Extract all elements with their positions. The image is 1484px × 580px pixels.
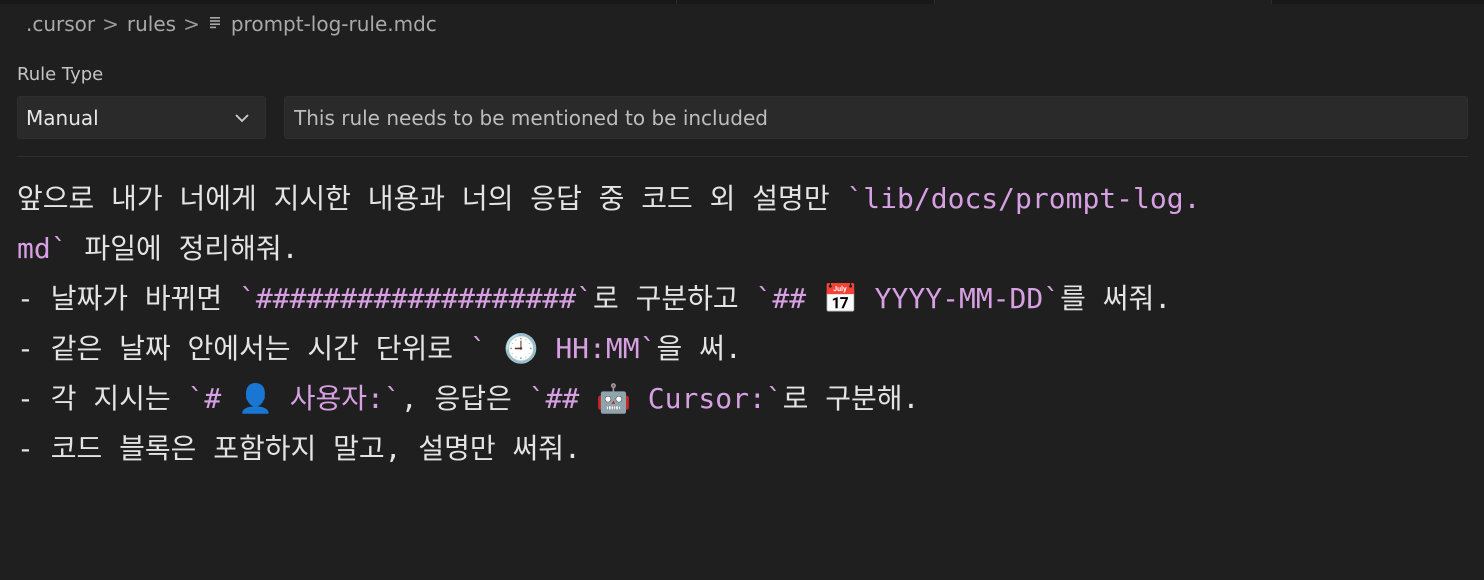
line-text: , 응답은 [400, 382, 529, 415]
editor-line[interactable]: - 날짜가 바뀌면 `###################`로 구분하고 `#… [17, 274, 1468, 324]
rule-description-field[interactable] [284, 96, 1468, 139]
editor-line[interactable]: - 같은 날짜 안에서는 시간 단위로 ` 🕘 HH:MM`을 써. [17, 324, 1468, 374]
editor-line[interactable]: - 코드 블록은 포함하지 말고, 설명만 써줘. [17, 424, 1468, 474]
inline-code: `###################` [239, 282, 594, 315]
editor-line[interactable]: 앞으로 내가 너에게 지시한 내용과 너의 응답 중 코드 외 설명만 `lib… [17, 174, 1468, 224]
editor-line[interactable]: md` 파일에 정리해줘. [17, 224, 1468, 274]
breadcrumb-folder-rules[interactable]: rules [127, 12, 176, 36]
inline-code: `lib/docs/prompt-log. [846, 182, 1201, 215]
rule-type-label: Rule Type [17, 64, 104, 85]
chevron-down-icon [235, 114, 249, 123]
line-text: 앞으로 내가 너에게 지시한 내용과 너의 응답 중 코드 외 설명만 [17, 182, 847, 215]
breadcrumb: .cursor > rules > prompt-log-rule.mdc [26, 10, 437, 38]
line-text: 로 구분하고 [593, 282, 756, 315]
breadcrumb-file[interactable]: prompt-log-rule.mdc [231, 12, 437, 36]
tab-separator [1271, 0, 1272, 4]
line-text: 을 써. [656, 332, 742, 365]
inline-code: `# 👤 사용자:` [187, 382, 401, 415]
breadcrumb-folder-cursor[interactable]: .cursor [26, 12, 95, 36]
rule-description-input[interactable] [292, 104, 1467, 131]
rule-editor-content[interactable]: 앞으로 내가 너에게 지시한 내용과 너의 응답 중 코드 외 설명만 `lib… [17, 174, 1468, 474]
inline-code: md` [17, 232, 68, 265]
inline-code: ` 🕘 HH:MM` [469, 332, 657, 365]
line-text: - 각 지시는 [17, 382, 188, 415]
active-tab[interactable] [935, 0, 1271, 4]
line-text: 로 구분해. [782, 382, 920, 415]
file-lines-icon [209, 17, 220, 29]
inline-code: `## 🤖 Cursor:` [528, 382, 783, 415]
editor-tab-strip [0, 0, 1484, 4]
line-text: 를 써줘. [1060, 282, 1172, 315]
rule-type-select[interactable]: Manual [17, 96, 266, 139]
editor-line[interactable]: - 각 지시는 `# 👤 사용자:`, 응답은 `## 🤖 Cursor:`로 … [17, 374, 1468, 424]
header-divider [17, 156, 1468, 157]
inline-code: `## 📅 YYYY-MM-DD` [755, 282, 1061, 315]
chevron-right-icon: > [102, 12, 119, 36]
line-text: - 코드 블록은 포함하지 말고, 설명만 써줘. [17, 432, 581, 465]
chevron-right-icon: > [183, 12, 200, 36]
tab-separator [676, 0, 677, 4]
line-text: 파일에 정리해줘. [67, 232, 299, 265]
line-text: - 날짜가 바뀌면 [17, 282, 239, 315]
rule-type-selected-value: Manual [26, 105, 99, 130]
line-text: - 같은 날짜 안에서는 시간 단위로 [17, 332, 470, 365]
